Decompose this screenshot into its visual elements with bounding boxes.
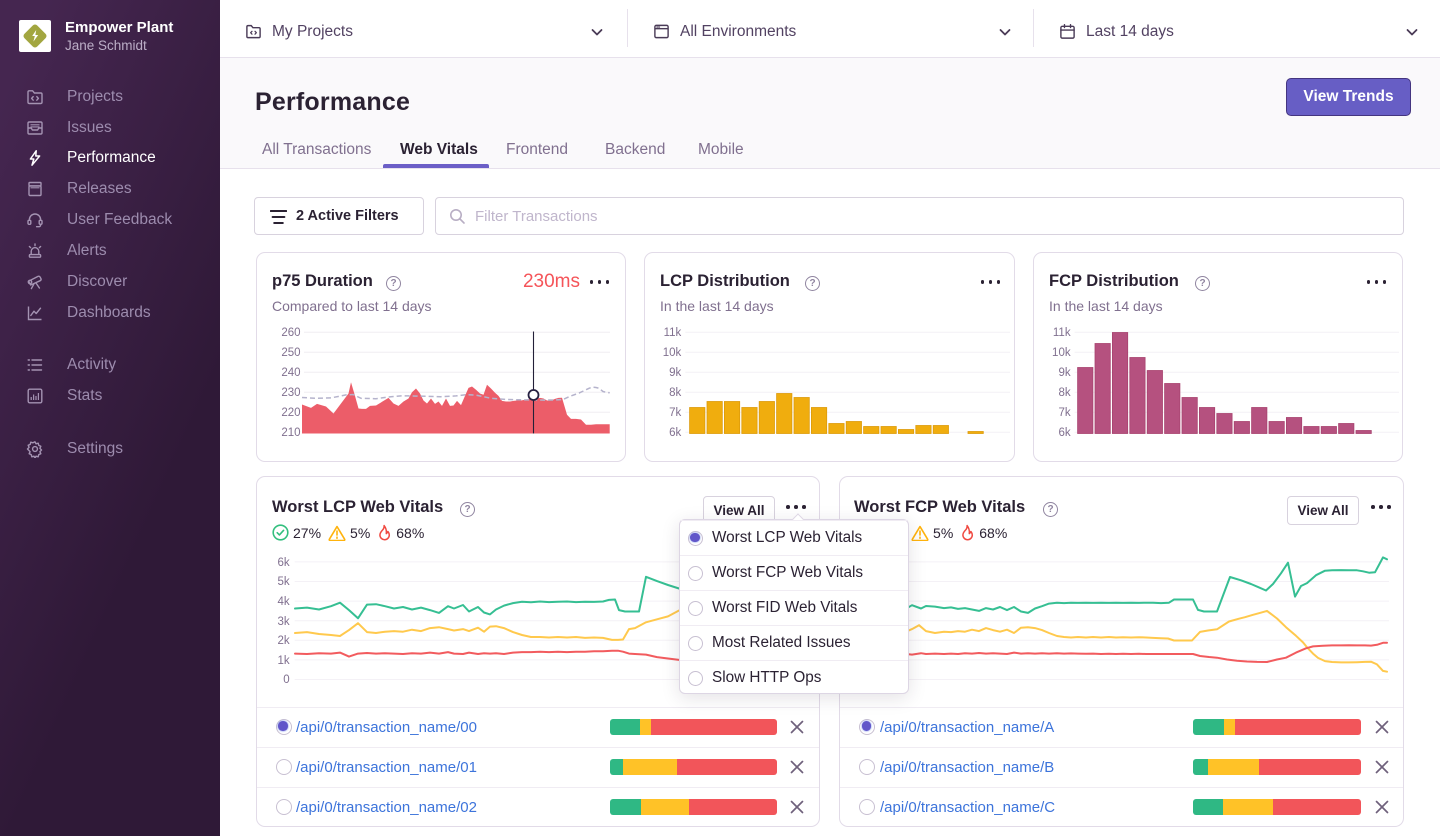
svg-text:7k: 7k bbox=[1058, 407, 1070, 419]
svg-text:4k: 4k bbox=[278, 596, 290, 608]
svg-text:0: 0 bbox=[283, 674, 289, 686]
svg-text:260: 260 bbox=[281, 327, 300, 339]
svg-text:10k: 10k bbox=[663, 347, 682, 359]
svg-text:1k: 1k bbox=[278, 655, 290, 667]
svg-text:210: 210 bbox=[281, 427, 300, 439]
svg-text:8k: 8k bbox=[669, 387, 681, 399]
svg-text:9k: 9k bbox=[1058, 367, 1070, 379]
svg-text:6k: 6k bbox=[278, 557, 290, 569]
svg-text:8k: 8k bbox=[1058, 387, 1070, 399]
svg-text:240: 240 bbox=[281, 367, 300, 379]
svg-text:220: 220 bbox=[281, 407, 300, 419]
svg-text:6k: 6k bbox=[1058, 427, 1070, 439]
svg-text:7k: 7k bbox=[669, 407, 681, 419]
svg-text:3k: 3k bbox=[278, 616, 290, 628]
svg-text:6k: 6k bbox=[669, 427, 681, 439]
svg-text:9k: 9k bbox=[669, 367, 681, 379]
svg-text:230: 230 bbox=[281, 387, 300, 399]
svg-text:2k: 2k bbox=[278, 635, 290, 647]
svg-text:250: 250 bbox=[281, 347, 300, 359]
svg-text:11k: 11k bbox=[664, 327, 682, 339]
svg-text:5k: 5k bbox=[278, 576, 290, 588]
svg-text:10k: 10k bbox=[1052, 347, 1071, 359]
svg-text:11k: 11k bbox=[1053, 327, 1071, 339]
